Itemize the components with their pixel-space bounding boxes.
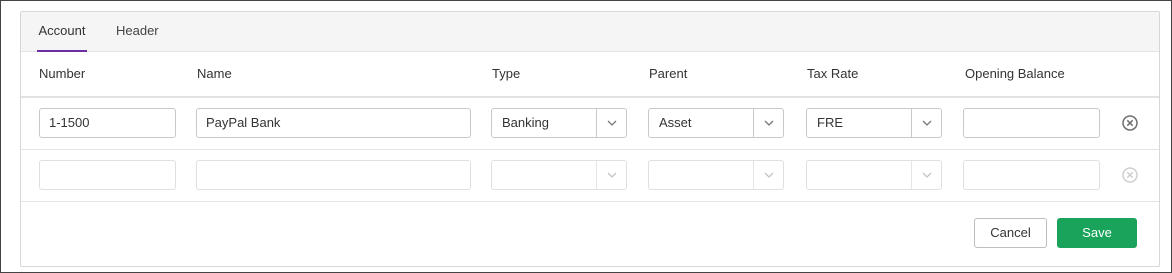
chevron-down-icon[interactable]	[754, 161, 783, 189]
chevron-down-icon[interactable]	[597, 109, 626, 137]
table-row	[21, 150, 1159, 202]
chevron-down-icon[interactable]	[597, 161, 626, 189]
tab-header[interactable]: Header	[116, 12, 159, 52]
number-field[interactable]: 1-1500	[39, 108, 176, 138]
close-circle-icon[interactable]	[1121, 114, 1139, 132]
close-circle-icon[interactable]	[1121, 166, 1139, 184]
tab-bar: Account Header	[21, 12, 1159, 52]
column-header-type: Type	[492, 66, 521, 81]
column-header-name: Name	[197, 66, 232, 81]
column-header-tax-rate: Tax Rate	[807, 66, 859, 81]
parent-select[interactable]	[648, 160, 784, 190]
tab-account[interactable]: Account	[37, 12, 87, 52]
chevron-down-icon[interactable]	[912, 161, 941, 189]
type-select[interactable]: Banking	[491, 108, 627, 138]
column-header-number: Number	[39, 66, 86, 81]
type-select-value: Banking	[502, 115, 549, 130]
opening-balance-field[interactable]	[963, 160, 1100, 190]
column-header-opening-balance: Opening Balance	[965, 66, 1065, 81]
account-entry-panel: Account Header Number Name Type Parent T…	[20, 11, 1160, 267]
cancel-button[interactable]: Cancel	[974, 218, 1047, 248]
tax-rate-select[interactable]: FRE	[806, 108, 942, 138]
parent-select-value: Asset	[659, 115, 692, 130]
tax-rate-select-value: FRE	[817, 115, 843, 130]
parent-select[interactable]: Asset	[648, 108, 784, 138]
save-button[interactable]: Save	[1057, 218, 1137, 248]
number-field[interactable]	[39, 160, 176, 190]
table-header: Number Name Type Parent Tax Rate Opening…	[21, 52, 1159, 98]
name-field[interactable]	[196, 160, 471, 190]
tax-rate-select[interactable]	[806, 160, 942, 190]
table-row: 1-1500 PayPal Bank Banking Asset FRE	[21, 98, 1159, 150]
chevron-down-icon[interactable]	[912, 109, 941, 137]
chevron-down-icon[interactable]	[754, 109, 783, 137]
name-field[interactable]: PayPal Bank	[196, 108, 471, 138]
column-header-parent: Parent	[649, 66, 688, 81]
window-frame-top	[0, 0, 1172, 1]
type-select[interactable]	[491, 160, 627, 190]
opening-balance-field[interactable]	[963, 108, 1100, 138]
